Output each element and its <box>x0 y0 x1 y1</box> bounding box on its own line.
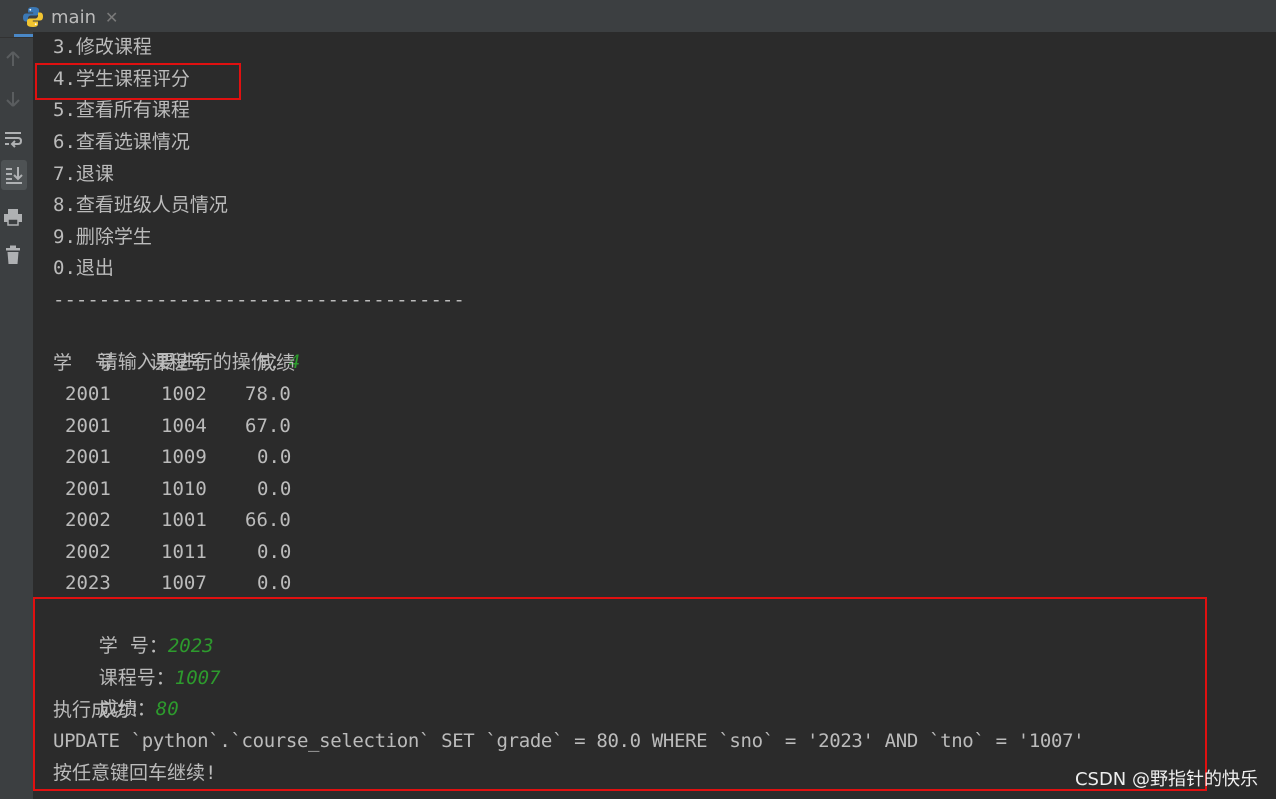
tab-title: main <box>51 6 96 28</box>
table-row: 2023 1007 0.0 <box>53 568 453 599</box>
continue-prompt: 按任意键回车继续! <box>53 762 217 784</box>
menu-item: 9.删除学生 <box>53 226 152 248</box>
cell-sno: 2001 <box>65 478 111 500</box>
down-arrow-icon[interactable] <box>0 84 26 114</box>
separator: ------------------------------------ <box>53 289 465 311</box>
column-header-grade: 成绩 <box>257 352 296 374</box>
table-row: 2001 1002 78.0 <box>53 379 453 410</box>
cell-grade: 0.0 <box>257 541 292 563</box>
scroll-to-end-icon[interactable] <box>1 160 27 190</box>
table-row: 2002 1001 66.0 <box>53 505 453 536</box>
sno-line: 学 号：2023 <box>53 600 214 657</box>
tno-line: 课程号：1007 <box>53 632 221 689</box>
close-icon[interactable]: ✕ <box>105 8 118 27</box>
cell-sno: 2023 <box>65 572 111 594</box>
cell-tno: 1004 <box>161 415 207 437</box>
cell-tno: 1001 <box>161 509 207 531</box>
print-icon[interactable] <box>0 202 26 232</box>
console-output: 3.修改课程 4.学生课程评分 5.查看所有课程 6.查看选课情况 7.退课 8… <box>33 32 1276 799</box>
cell-sno: 2001 <box>65 383 111 405</box>
cell-grade: 67.0 <box>245 415 291 437</box>
column-header-sno: 学 号 <box>53 352 114 374</box>
table-header: 学 号 课程号 成绩 <box>53 348 453 379</box>
cell-tno: 1002 <box>161 383 207 405</box>
cell-tno: 1010 <box>161 478 207 500</box>
menu-item: 8.查看班级人员情况 <box>53 194 228 216</box>
sql-statement: UPDATE `python`.`course_selection` SET `… <box>53 730 1085 752</box>
menu-item: 3.修改课程 <box>53 36 152 58</box>
table-row: 2001 1009 0.0 <box>53 442 453 473</box>
table-row: 2002 1011 0.0 <box>53 537 453 568</box>
grade-line: 成绩：80 <box>53 663 179 720</box>
cell-tno: 1007 <box>161 572 207 594</box>
menu-item: 5.查看所有课程 <box>53 99 190 121</box>
cell-sno: 2002 <box>65 541 111 563</box>
python-icon <box>23 7 43 27</box>
table-row: 2001 1004 67.0 <box>53 411 453 442</box>
cell-grade: 78.0 <box>245 383 291 405</box>
menu-item: 6.查看选课情况 <box>53 131 190 153</box>
cell-sno: 2001 <box>65 446 111 468</box>
cell-tno: 1009 <box>161 446 207 468</box>
menu-item: 7.退课 <box>53 163 114 185</box>
up-arrow-icon[interactable] <box>0 44 26 74</box>
cell-tno: 1011 <box>161 541 207 563</box>
menu-item: 4.学生课程评分 <box>53 68 190 90</box>
grade-input: 80 <box>155 698 179 720</box>
cell-grade: 0.0 <box>257 572 292 594</box>
table-row: 2001 1010 0.0 <box>53 474 453 505</box>
trash-icon[interactable] <box>0 240 26 270</box>
cell-grade: 66.0 <box>245 509 291 531</box>
cell-grade: 0.0 <box>257 446 292 468</box>
menu-item: 0.退出 <box>53 257 114 279</box>
console-toolbar <box>0 38 34 799</box>
prompt-line: 请输入要进行的操作：4 <box>53 316 300 373</box>
success-message: 执行成功! <box>53 699 141 721</box>
column-header-tno: 课程号 <box>150 352 208 374</box>
watermark: CSDN @野指针的快乐 <box>1074 769 1258 790</box>
cell-grade: 0.0 <box>257 478 292 500</box>
tno-input: 1007 <box>174 667 221 689</box>
cell-sno: 2001 <box>65 415 111 437</box>
soft-wrap-icon[interactable] <box>0 124 26 154</box>
cell-sno: 2002 <box>65 509 111 531</box>
